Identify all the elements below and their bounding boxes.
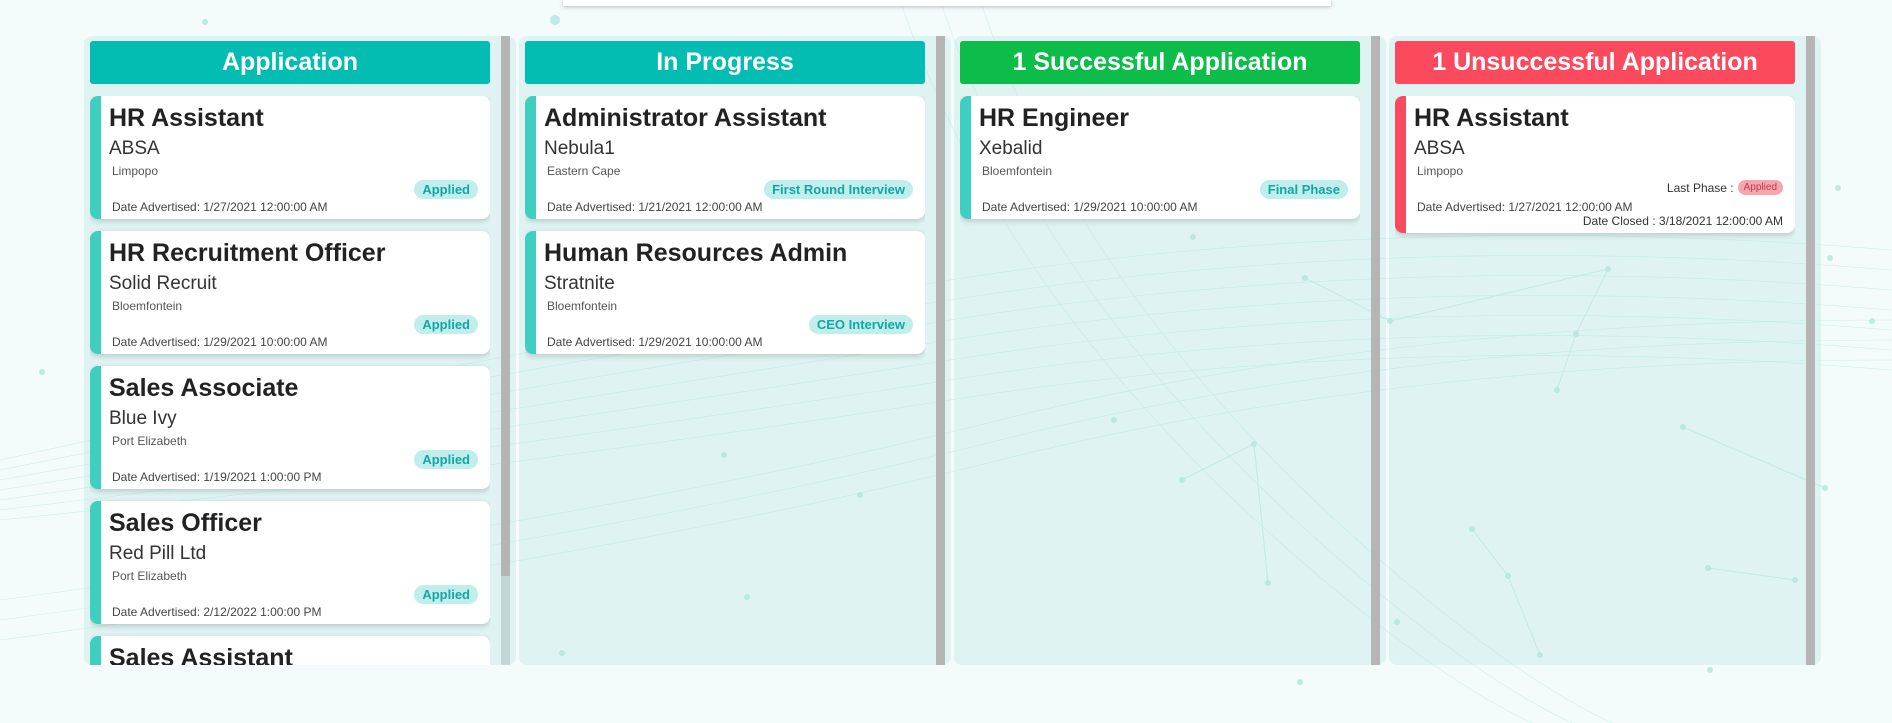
date-closed: Date Closed : 3/18/2021 12:00:00 AM	[1582, 214, 1783, 228]
date-advertised: Date Advertised: 1/29/2021 10:00:00 AM	[547, 335, 763, 349]
last-phase-label: Last Phase :	[1666, 180, 1734, 195]
job-title: HR Recruitment Officer	[109, 239, 386, 267]
application-card[interactable]: Human Resources Admin Stratnite Bloemfon…	[525, 231, 925, 354]
application-card[interactable]: Sales Officer Red Pill Ltd Port Elizabet…	[90, 501, 490, 624]
application-card[interactable]: Administrator Assistant Nebula1 Eastern …	[525, 96, 925, 219]
column-header: In Progress	[525, 41, 925, 84]
job-title: Human Resources Admin	[544, 239, 848, 267]
scroll-thumb[interactable]	[501, 36, 510, 576]
job-title: HR Engineer	[979, 104, 1130, 132]
job-title: HR Assistant	[1414, 104, 1569, 132]
status-badge: First Round Interview	[764, 180, 913, 199]
company-name: Xebalid	[979, 138, 1043, 159]
application-card[interactable]: HR Assistant ABSA Limpopo Last Phase : A…	[1395, 96, 1795, 233]
location: Port Elizabeth	[112, 569, 187, 583]
column-successful: 1 Successful Application HR Engineer Xeb…	[954, 36, 1386, 665]
scroll-thumb[interactable]	[936, 36, 945, 665]
application-card[interactable]: HR Engineer Xebalid Bloemfontein Final P…	[960, 96, 1360, 219]
application-card[interactable]: HR Assistant ABSA Limpopo Applied Date A…	[90, 96, 490, 219]
company-name: Red Pill Ltd	[109, 543, 207, 564]
status-badge: Applied	[414, 180, 478, 199]
job-title: Administrator Assistant	[544, 104, 827, 132]
date-advertised: Date Advertised: 1/27/2021 12:00:00 AM	[112, 200, 328, 214]
column-cards: HR Engineer Xebalid Bloemfontein Final P…	[960, 96, 1360, 665]
column-cards: HR Assistant ABSA Limpopo Last Phase : A…	[1395, 96, 1795, 665]
column-header: 1 Unsuccessful Application	[1395, 41, 1795, 84]
location: Limpopo	[1417, 164, 1464, 178]
scrollbar[interactable]	[1371, 36, 1380, 665]
job-title: Sales Assistant	[109, 644, 293, 665]
location: Bloemfontein	[547, 299, 618, 313]
company-name: Stratnite	[544, 273, 615, 294]
phase-badge: Applied	[1737, 180, 1783, 195]
scrollbar[interactable]	[501, 36, 510, 665]
company-name: ABSA	[109, 138, 160, 159]
location: Bloemfontein	[982, 164, 1053, 178]
scroll-thumb[interactable]	[1371, 36, 1380, 665]
application-card[interactable]: HR Recruitment Officer Solid Recruit Blo…	[90, 231, 490, 354]
location: Port Elizabeth	[112, 434, 187, 448]
date-advertised: Date Advertised: 2/12/2022 1:00:00 PM	[112, 605, 322, 619]
date-advertised: Date Advertised: 1/21/2021 12:00:00 AM	[547, 200, 763, 214]
job-title: Sales Officer	[109, 509, 262, 537]
date-advertised: Date Advertised: 1/19/2021 1:00:00 PM	[112, 470, 322, 484]
date-advertised: Date Advertised: 1/29/2021 10:00:00 AM	[112, 335, 328, 349]
scrollbar[interactable]	[1806, 36, 1815, 665]
location: Eastern Cape	[547, 164, 621, 178]
company-name: Solid Recruit	[109, 273, 217, 294]
date-advertised: Date Advertised: 1/27/2021 12:00:00 AM	[1417, 200, 1633, 214]
job-title: HR Assistant	[109, 104, 264, 132]
status-badge: Applied	[414, 315, 478, 334]
application-card[interactable]: Sales Associate Blue Ivy Port Elizabeth …	[90, 366, 490, 489]
location: Bloemfontein	[112, 299, 183, 313]
column-header: Application	[90, 41, 490, 84]
scroll-thumb[interactable]	[1806, 36, 1815, 665]
company-name: Blue Ivy	[109, 408, 177, 429]
status-badge: Final Phase	[1259, 180, 1348, 199]
company-name: Nebula1	[544, 138, 615, 159]
job-title: Sales Associate	[109, 374, 299, 402]
status-badge: Applied	[414, 585, 478, 604]
column-cards: HR Assistant ABSA Limpopo Applied Date A…	[90, 96, 490, 665]
status-badge: CEO Interview	[808, 315, 913, 334]
date-advertised: Date Advertised: 1/29/2021 10:00:00 AM	[982, 200, 1198, 214]
location: Limpopo	[112, 164, 159, 178]
column-header: 1 Successful Application	[960, 41, 1360, 84]
column-in-progress: In Progress Administrator Assistant Nebu…	[519, 36, 951, 665]
scrollbar[interactable]	[936, 36, 945, 665]
column-cards: Administrator Assistant Nebula1 Eastern …	[525, 96, 925, 665]
company-name: ABSA	[1414, 138, 1465, 159]
last-phase: Last Phase : Applied	[1667, 180, 1783, 195]
application-card[interactable]: Sales Assistant	[90, 636, 490, 665]
column-application: Application HR Assistant ABSA Limpopo Ap…	[84, 36, 516, 665]
top-panel-edge	[563, 0, 1331, 6]
status-badge: Applied	[414, 450, 478, 469]
column-unsuccessful: 1 Unsuccessful Application HR Assistant …	[1389, 36, 1821, 665]
